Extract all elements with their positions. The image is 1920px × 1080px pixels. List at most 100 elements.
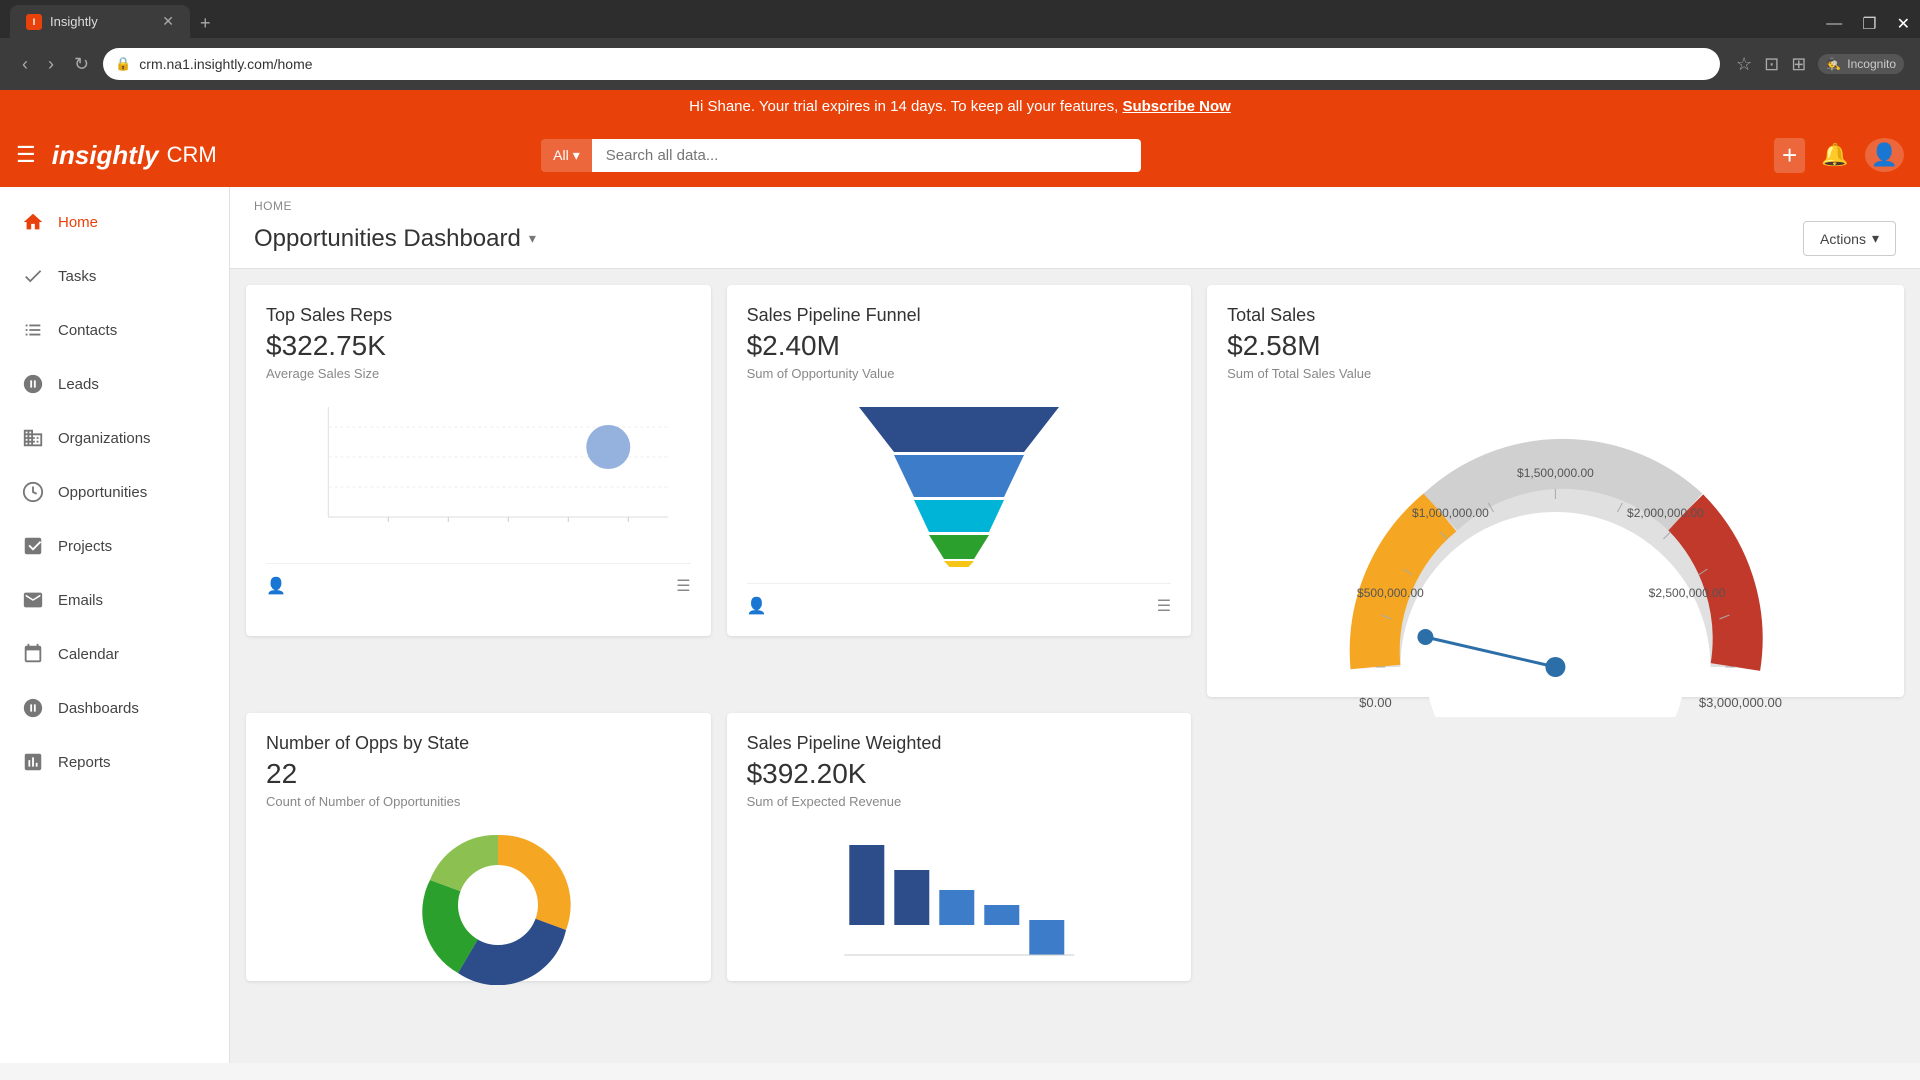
home-icon (20, 209, 46, 235)
leads-icon (20, 371, 46, 397)
user-avatar[interactable]: 👤 (1865, 138, 1904, 172)
top-sales-reps-value: $322.75K (266, 330, 691, 362)
sidebar: Home Tasks Contacts Leads Organizations (0, 187, 230, 1063)
logo-area: insightly CRM (52, 140, 217, 171)
close-button[interactable]: ✕ (1887, 10, 1920, 38)
sidebar-item-calendar-label: Calendar (58, 646, 119, 663)
maximize-button[interactable]: ❐ (1852, 10, 1886, 38)
forward-button[interactable]: › (42, 50, 60, 79)
logo-text: insightly (52, 140, 159, 171)
widget-total-sales: Total Sales $2.58M Sum of Total Sales Va… (1207, 285, 1904, 697)
split-view-icon[interactable]: ⊞ (1791, 54, 1806, 75)
sidebar-item-reports[interactable]: Reports (0, 735, 229, 789)
sidebar-item-tasks[interactable]: Tasks (0, 249, 229, 303)
dashboards-icon (20, 695, 46, 721)
refresh-button[interactable]: ↻ (68, 50, 95, 79)
back-button[interactable]: ‹ (16, 50, 34, 79)
sales-pipeline-weighted-value: $392.20K (747, 758, 1172, 790)
actions-chevron-icon: ▾ (1872, 230, 1879, 247)
person-icon-funnel[interactable]: 👤 (747, 596, 767, 616)
top-sales-reps-subtitle: Average Sales Size (266, 366, 691, 381)
notifications-bell-icon[interactable]: 🔔 (1821, 142, 1848, 168)
new-tab-button[interactable]: + (190, 9, 230, 38)
search-input[interactable] (592, 139, 1141, 172)
title-dropdown-arrow[interactable]: ▾ (529, 230, 536, 247)
tasks-icon (20, 263, 46, 289)
top-sales-reps-chart (266, 397, 691, 547)
sidebar-item-opportunities[interactable]: Opportunities (0, 465, 229, 519)
reports-icon (20, 749, 46, 775)
svg-text:$2,000,000.00: $2,000,000.00 (1627, 506, 1704, 520)
sidebar-item-leads[interactable]: Leads (0, 357, 229, 411)
list-view-icon-funnel[interactable]: ☰ (1157, 596, 1171, 616)
funnel-chart (747, 397, 1172, 567)
sidebar-item-tasks-label: Tasks (58, 268, 96, 285)
gauge-chart: $0.00 $500,000.00 $1,000,000.00 $1,500,0… (1227, 397, 1884, 677)
sidebar-item-dashboards-label: Dashboards (58, 700, 139, 717)
sidebar-item-home-label: Home (58, 214, 98, 231)
main-layout: Home Tasks Contacts Leads Organizations (0, 187, 1920, 1063)
crm-label: CRM (167, 142, 217, 168)
widget-top-sales-reps: Top Sales Reps $322.75K Average Sales Si… (246, 285, 711, 636)
contacts-icon (20, 317, 46, 343)
sales-pipeline-funnel-title: Sales Pipeline Funnel (747, 305, 1172, 326)
svg-text:$1,000,000.00: $1,000,000.00 (1412, 506, 1489, 520)
sidebar-item-emails-label: Emails (58, 592, 103, 609)
list-view-icon[interactable]: ☰ (676, 576, 690, 596)
header-actions: + 🔔 👤 (1774, 138, 1904, 173)
search-area: All ▾ (541, 139, 1141, 172)
subscribe-link[interactable]: Subscribe Now (1122, 98, 1230, 115)
sidebar-item-home[interactable]: Home (0, 195, 229, 249)
sales-pipeline-funnel-footer: 👤 ☰ (747, 583, 1172, 616)
address-bar[interactable] (139, 56, 1708, 72)
total-sales-value: $2.58M (1227, 330, 1884, 362)
sidebar-item-leads-label: Leads (58, 376, 99, 393)
breadcrumb: HOME (254, 199, 1896, 213)
widget-sales-pipeline-funnel: Sales Pipeline Funnel $2.40M Sum of Oppo… (727, 285, 1192, 636)
sidebar-item-organizations-label: Organizations (58, 430, 151, 447)
sidebar-item-projects-label: Projects (58, 538, 112, 555)
minimize-button[interactable]: — (1816, 11, 1852, 37)
number-opps-subtitle: Count of Number of Opportunities (266, 794, 691, 809)
dashboard-grid-row2: Number of Opps by State 22 Count of Numb… (230, 713, 1920, 997)
browser-tab-active[interactable]: I Insightly ✕ (10, 5, 190, 38)
sidebar-item-organizations[interactable]: Organizations (0, 411, 229, 465)
person-icon[interactable]: 👤 (266, 576, 286, 596)
svg-text:$3,000,000.00: $3,000,000.00 (1699, 695, 1782, 710)
sidebar-item-reports-label: Reports (58, 754, 111, 771)
number-opps-title: Number of Opps by State (266, 733, 691, 754)
actions-button[interactable]: Actions ▾ (1803, 221, 1896, 256)
sidebar-item-opportunities-label: Opportunities (58, 484, 147, 501)
browser-actions: ☆ ⊡ ⊞ 🕵 Incognito (1736, 54, 1904, 75)
content-area: HOME Opportunities Dashboard ▾ Actions ▾… (230, 187, 1920, 1063)
sidebar-item-contacts-label: Contacts (58, 322, 117, 339)
total-sales-subtitle: Sum of Total Sales Value (1227, 366, 1884, 381)
projects-icon (20, 533, 46, 559)
extensions-icon[interactable]: ⊡ (1764, 54, 1779, 75)
sales-pipeline-weighted-subtitle: Sum of Expected Revenue (747, 794, 1172, 809)
donut-chart (418, 825, 538, 945)
svg-text:$1,500,000.00: $1,500,000.00 (1517, 466, 1594, 480)
sidebar-item-contacts[interactable]: Contacts (0, 303, 229, 357)
page-title: Opportunities Dashboard ▾ (254, 225, 536, 253)
hamburger-menu-button[interactable]: ☰ (16, 142, 36, 168)
sidebar-item-projects[interactable]: Projects (0, 519, 229, 573)
add-button[interactable]: + (1774, 138, 1805, 173)
bookmark-icon[interactable]: ☆ (1736, 54, 1752, 75)
sidebar-item-calendar[interactable]: Calendar (0, 627, 229, 681)
chevron-down-icon: ▾ (573, 147, 580, 164)
sidebar-item-dashboards[interactable]: Dashboards (0, 681, 229, 735)
svg-text:$0.00: $0.00 (1359, 695, 1392, 710)
widget-sales-pipeline-weighted: Sales Pipeline Weighted $392.20K Sum of … (727, 713, 1192, 981)
search-scope-button[interactable]: All ▾ (541, 139, 592, 172)
tab-close-button[interactable]: ✕ (162, 13, 174, 30)
svg-text:$500,000.00: $500,000.00 (1357, 586, 1424, 600)
sidebar-item-emails[interactable]: Emails (0, 573, 229, 627)
tab-title: Insightly (50, 14, 98, 29)
browser-chrome: I Insightly ✕ + — ❐ ✕ ‹ › ↻ 🔒 ☆ ⊡ ⊞ 🕵 In… (0, 0, 1920, 90)
opportunities-icon (20, 479, 46, 505)
address-bar-container[interactable]: 🔒 (103, 48, 1720, 80)
incognito-icon: 🕵 (1826, 57, 1841, 71)
app-header: ☰ insightly CRM All ▾ + 🔔 👤 (0, 123, 1920, 187)
waterfall-chart (747, 825, 1172, 945)
